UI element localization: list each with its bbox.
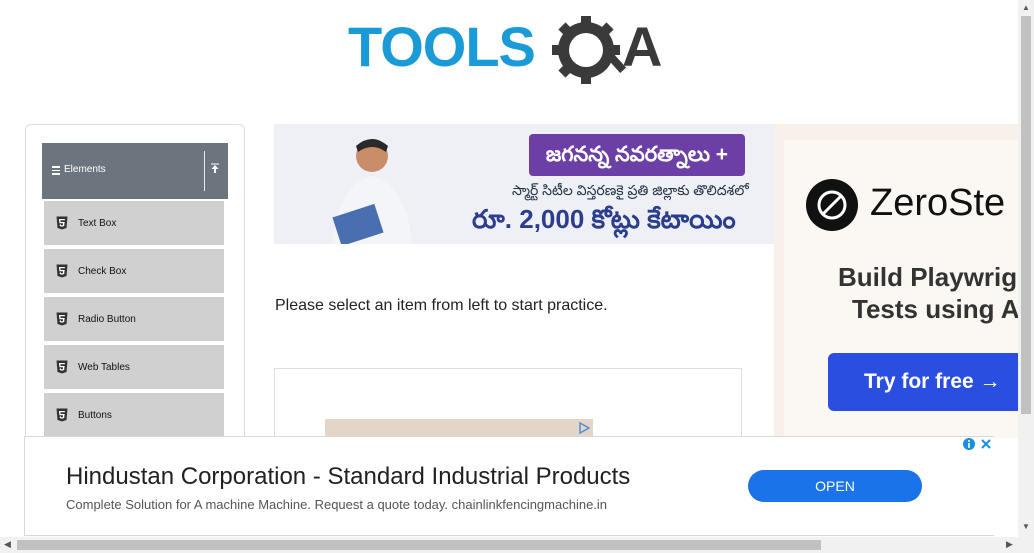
sidebar-item-label: Web Tables — [78, 362, 130, 373]
banner-subtitle: స్మార్ట్ సిటీల విస్తరణకై ప్రతి జిల్లాకు … — [512, 182, 749, 198]
side-ad-headline-1: Build Playwrigh — [838, 262, 1018, 292]
adchoices-icon[interactable] — [578, 422, 590, 434]
open-button[interactable]: OPEN — [748, 470, 922, 502]
sidebar-item-label: Check Box — [78, 266, 127, 277]
bottom-ad-description: Complete Solution for A machine Machine.… — [66, 497, 608, 512]
sidebar-item-text-box[interactable]: Text Box — [43, 200, 225, 246]
elements-group-header[interactable]: Elements — [42, 143, 228, 199]
arrow-up-icon[interactable] — [208, 163, 222, 179]
scroll-right-icon[interactable]: ▶ — [1006, 539, 1013, 550]
header-divider — [204, 151, 205, 191]
horizontal-scroll-thumb[interactable] — [17, 540, 821, 550]
logo-text-a: A — [622, 15, 662, 78]
logo-text-tools: TOOLS — [348, 15, 535, 78]
horizontal-scrollbar[interactable]: ◀ ▶ — [0, 537, 1034, 553]
side-ad-headline-2: Tests using A — [852, 294, 1018, 324]
menu-icon — [52, 166, 60, 177]
sidebar-item-check-box[interactable]: Check Box — [43, 248, 225, 294]
vertical-scrollbar[interactable]: ▲ ▼ — [1018, 0, 1034, 537]
zerostep-logo-icon — [806, 179, 858, 231]
banner-ad[interactable]: జగనన్న నవరత్నాలు + స్మార్ట్ సిటీల విస్తర… — [274, 124, 774, 244]
scroll-down-icon[interactable]: ▼ — [1022, 522, 1030, 531]
instruction-text: Please select an item from left to start… — [275, 297, 608, 314]
info-icon[interactable] — [962, 437, 976, 451]
html5-icon — [56, 216, 68, 230]
toolsqa-logo[interactable]: TOOLS A — [348, 14, 678, 94]
side-ad[interactable]: ZeroSte Build Playwrigh Tests using A Tr… — [774, 124, 1018, 438]
scroll-left-icon[interactable]: ◀ — [4, 539, 11, 550]
html5-icon — [56, 312, 68, 326]
scroll-up-icon[interactable]: ▲ — [1022, 3, 1030, 12]
sidebar-item-radio-button[interactable]: Radio Button — [43, 296, 225, 342]
sidebar-item-buttons[interactable]: Buttons — [43, 392, 225, 438]
banner-amount: రూ. 2,000 కోట్లు కేటాయిం — [472, 204, 736, 234]
sidebar-item-label: Buttons — [78, 410, 112, 421]
gear-magnifier-icon — [552, 16, 627, 84]
person-image — [332, 139, 412, 244]
banner-headline: జగనన్న నవరత్నాలు + — [529, 134, 745, 176]
html5-icon — [56, 360, 68, 374]
bottom-ad[interactable]: Hindustan Corporation - Standard Industr… — [24, 436, 994, 536]
html5-icon — [56, 408, 68, 422]
try-for-free-button[interactable]: Try for free → — [828, 353, 1018, 411]
bottom-ad-title[interactable]: Hindustan Corporation - Standard Industr… — [66, 463, 630, 491]
sidebar-item-web-tables[interactable]: Web Tables — [43, 344, 225, 390]
vertical-scroll-thumb[interactable] — [1021, 16, 1031, 414]
sidebar-item-label: Radio Button — [78, 314, 136, 325]
close-icon[interactable] — [979, 437, 993, 451]
html5-icon — [56, 264, 68, 278]
sidebar-item-label: Text Box — [78, 218, 117, 229]
sidebar: Elements Text Box Check Box Radio Button… — [25, 124, 245, 456]
side-ad-brand: ZeroSte — [870, 182, 1006, 224]
group-title: Elements — [64, 164, 106, 175]
